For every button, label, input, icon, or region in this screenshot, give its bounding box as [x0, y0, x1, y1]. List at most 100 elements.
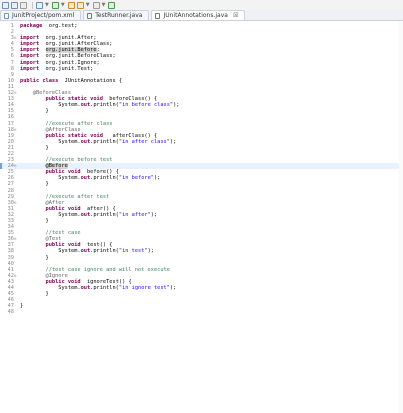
code-token: @AfterClass [20, 126, 81, 133]
java-file-icon [155, 12, 161, 19]
code-token: } [20, 108, 49, 115]
code-token: out [80, 248, 91, 255]
code-token: System. [20, 175, 81, 182]
code-token: @Ignore [20, 272, 68, 279]
line-number: 48 [7, 309, 14, 316]
code-token: import [20, 53, 40, 60]
code-token: org.junit.Ignore; [39, 59, 100, 66]
code-token: org.junit.AfterClass; [39, 41, 113, 48]
java-file-icon [87, 12, 93, 19]
code-token: "in before class" [118, 102, 174, 109]
chevron-down-icon[interactable]: ▼ [45, 2, 49, 8]
code-token: public static void [45, 96, 103, 103]
save-icon[interactable] [11, 1, 18, 9]
code-token: .println( [90, 285, 119, 292]
code-token: ); [169, 138, 177, 145]
print-icon[interactable] [20, 1, 27, 9]
code-token: out [80, 175, 91, 182]
code-token: "in test" [118, 248, 148, 255]
chevron-down-icon[interactable]: ▼ [86, 2, 90, 8]
code-token: public void [45, 278, 81, 285]
tab-label: JunitProject/pom.xml [12, 12, 75, 19]
code-token: public class [20, 77, 59, 84]
code-token: //execute after test [20, 193, 110, 200]
code-token: } [20, 181, 49, 188]
code-token: out [80, 285, 91, 292]
vertical-scrollbar[interactable] [399, 21, 403, 413]
chevron-down-icon[interactable]: ▼ [102, 2, 106, 8]
code-token: import [20, 35, 40, 42]
code-token: @Before [45, 163, 68, 170]
code-token: System. [20, 102, 81, 109]
code-token: "in before" [118, 175, 154, 182]
run-icon[interactable] [51, 1, 59, 9]
code-token: after() { [80, 205, 116, 212]
code-token: "in after" [118, 211, 151, 218]
new-icon[interactable] [2, 1, 9, 9]
code-token: package [20, 23, 43, 29]
code-token: @After [20, 199, 65, 206]
editor-tab[interactable]: JunitProject/pom.xml [0, 10, 82, 20]
code-token: out [80, 102, 91, 109]
code-token: ); [173, 102, 180, 109]
code-token: } [20, 144, 49, 151]
code-token: JUnitAnnotations { [58, 77, 123, 84]
code-token: public void [45, 169, 81, 176]
close-tab-icon[interactable]: ☒ [233, 12, 238, 19]
xml-file-icon [4, 12, 9, 19]
code-token: //execute before test [20, 157, 113, 164]
code-editor[interactable]: 1 package org.test; 2 3 ⊖ import org.junit.Af… [0, 21, 403, 413]
editor-tab[interactable]: JUnitAnnotations.java ☒ [151, 10, 246, 20]
editor-tab-bar: JunitProject/pom.xml TestRunner.java JUnit… [0, 10, 403, 21]
code-token: .println( [90, 138, 119, 145]
code-token: } [20, 254, 49, 261]
code-token: System. [20, 285, 81, 292]
code-token: org.junit.After; [39, 35, 97, 42]
code-token: } [20, 291, 49, 298]
code-token: @BeforeClass [20, 90, 72, 97]
code-line: 48 [0, 309, 403, 315]
code-token: afterClass() { [102, 132, 158, 139]
code-token: ); [147, 248, 154, 255]
toolbar-separator [32, 1, 33, 9]
code-token: System. [20, 138, 81, 145]
debug-icon[interactable] [36, 1, 43, 9]
code-token: out [80, 211, 91, 218]
open-type-icon[interactable] [76, 1, 84, 9]
code-token: ; [96, 47, 100, 54]
tab-label: JUnitAnnotations.java [163, 12, 228, 19]
code-token: org.test; [42, 23, 78, 29]
code-token: System. [20, 248, 81, 255]
code-token: //execute after class [20, 120, 113, 127]
chevron-down-icon[interactable]: ▼ [61, 2, 65, 8]
code-token: .println( [90, 102, 119, 109]
code-token: import [20, 59, 40, 66]
code-token: ); [169, 285, 177, 292]
code-token: public void [45, 205, 81, 212]
code-token: System. [20, 211, 81, 218]
code-token: } [20, 218, 49, 224]
code-token: "in ignore test" [118, 285, 170, 292]
back-icon[interactable] [92, 1, 100, 9]
code-token: import [20, 41, 40, 48]
code-token: ignoreTest() { [80, 278, 132, 285]
code-token: .println( [90, 175, 119, 182]
code-token: org.junit.Before [45, 47, 97, 54]
code-token: test() { [80, 242, 113, 249]
code-token: public void [45, 242, 81, 249]
code-token: import [20, 65, 40, 72]
code-token: org.junit.BeforeClass; [39, 53, 116, 60]
code-token: .println( [90, 211, 119, 218]
code-token: public static void [45, 132, 103, 139]
open-perspective-icon[interactable] [108, 1, 116, 9]
external-tools-icon[interactable] [67, 1, 75, 9]
editor-tab[interactable]: TestRunner.java [83, 10, 150, 20]
code-token: @Test [20, 236, 62, 243]
